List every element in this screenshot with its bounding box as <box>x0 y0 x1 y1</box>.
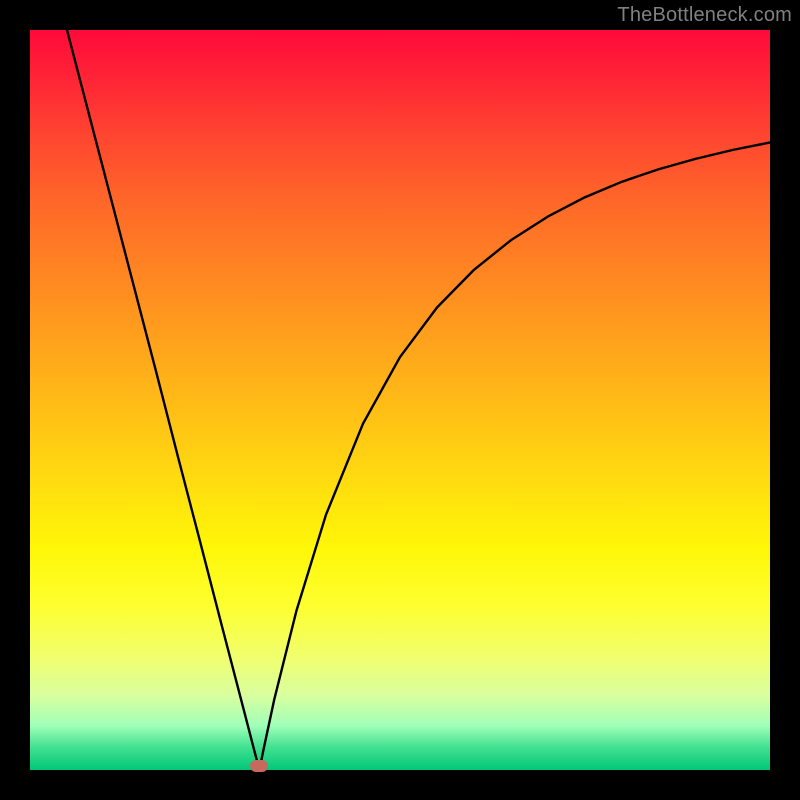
chart-frame: TheBottleneck.com <box>0 0 800 800</box>
vertex-marker <box>250 760 268 772</box>
curve-left-branch <box>67 30 259 770</box>
watermark-text: TheBottleneck.com <box>617 4 792 27</box>
curve-svg <box>30 30 770 770</box>
plot-area <box>30 30 770 770</box>
curve-right-branch <box>259 142 770 770</box>
